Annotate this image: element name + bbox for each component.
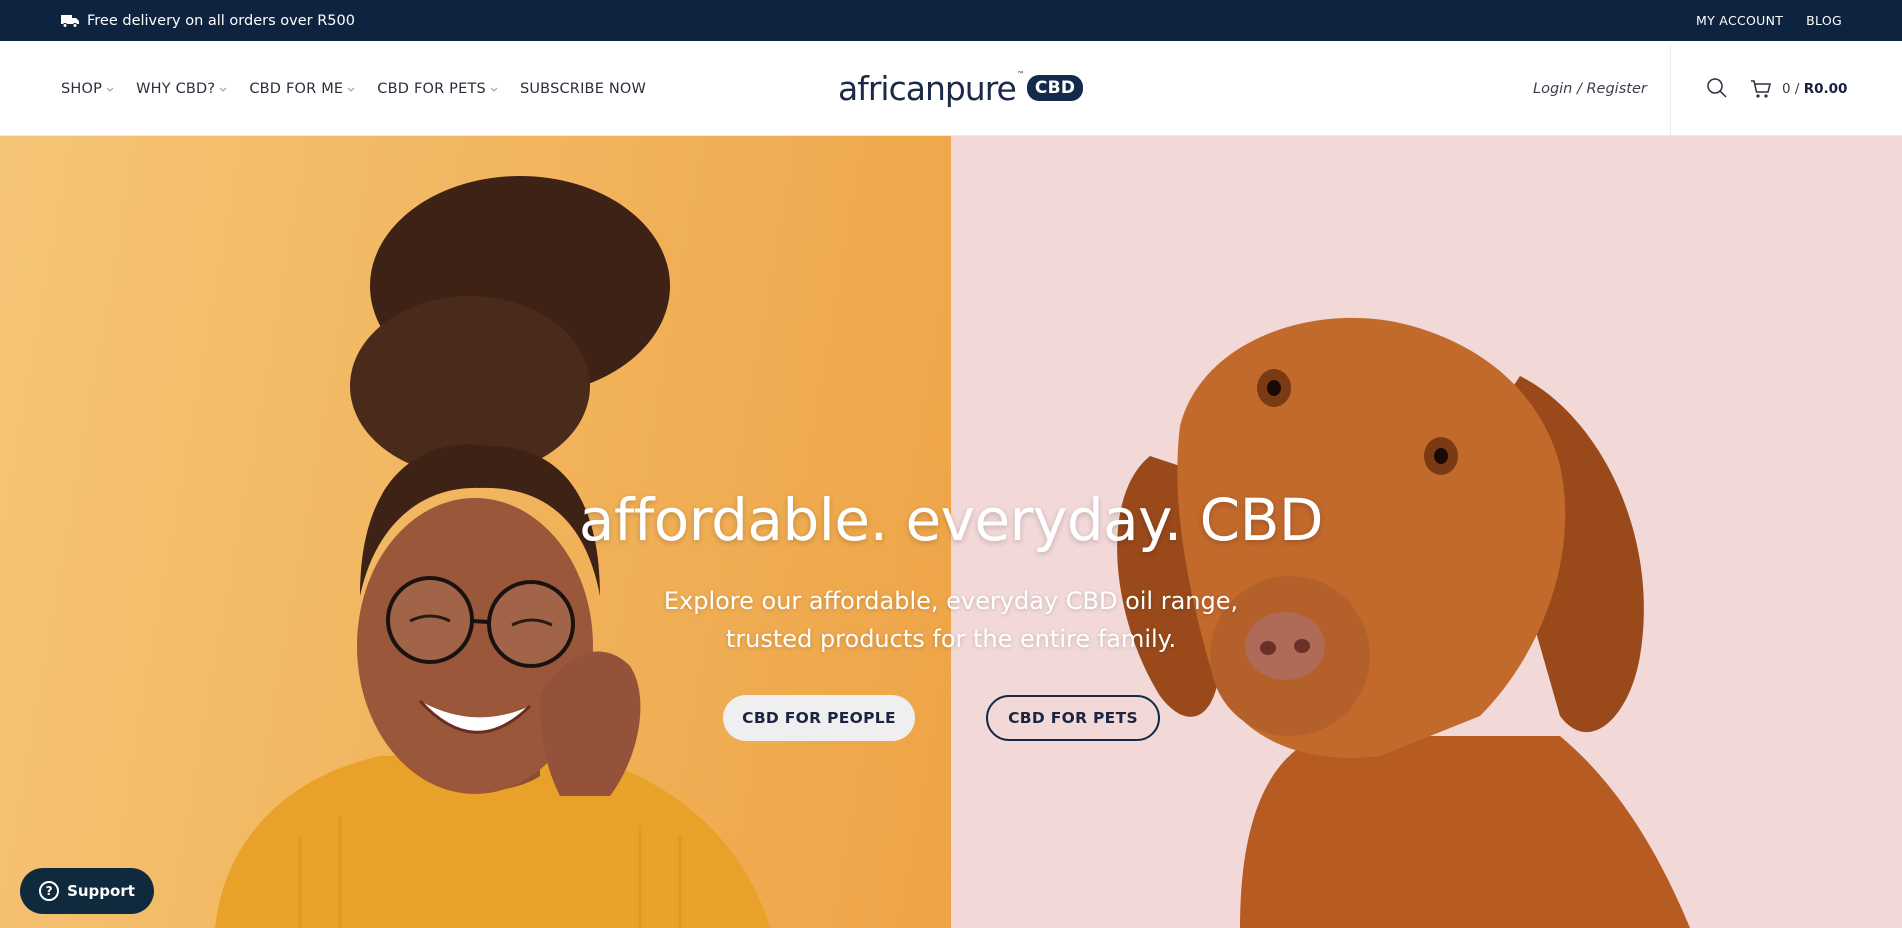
nav-item-cbd-for-pets[interactable]: CBD FOR PETS bbox=[377, 81, 498, 97]
cbd-for-people-button[interactable]: CBD FOR PEOPLE bbox=[723, 695, 915, 741]
logo-wordmark: africanpure bbox=[838, 68, 1017, 108]
promo-text: Free delivery on all orders over R500 bbox=[87, 12, 355, 29]
hero-subtitle: Explore our affordable, everyday CBD oil… bbox=[0, 582, 1902, 658]
blog-link[interactable]: BLOG bbox=[1806, 13, 1842, 28]
help-icon: ? bbox=[39, 881, 60, 901]
nav-item-label: WHY CBD? bbox=[136, 80, 216, 97]
chevron-down-icon bbox=[219, 87, 227, 92]
support-label: Support bbox=[67, 882, 135, 900]
hero-banner: affordable. everyday. CBD Explore our af… bbox=[0, 136, 1902, 928]
cart-icon bbox=[1751, 79, 1771, 98]
nav-item-label: SHOP bbox=[61, 80, 103, 97]
chevron-down-icon bbox=[490, 87, 498, 92]
hero-title: affordable. everyday. CBD bbox=[578, 486, 1324, 554]
top-announcement-bar: Free delivery on all orders over R500 MY… bbox=[0, 0, 1902, 41]
chevron-down-icon bbox=[106, 87, 114, 92]
nav-item-shop[interactable]: SHOP bbox=[61, 81, 114, 97]
truck-icon bbox=[61, 14, 79, 28]
nav-item-label: SUBSCRIBE NOW bbox=[519, 80, 647, 97]
header-divider bbox=[1670, 46, 1671, 136]
site-logo[interactable]: africanpure ™ CBD bbox=[838, 63, 1084, 113]
support-button[interactable]: ? Support bbox=[20, 868, 154, 914]
login-register-link[interactable]: Login / Register bbox=[1533, 41, 1647, 136]
hero-subtitle-line: Explore our affordable, everyday CBD oil… bbox=[663, 587, 1239, 615]
nav-item-cbd-for-me[interactable]: CBD FOR ME bbox=[249, 81, 355, 97]
nav-item-why-cbd[interactable]: WHY CBD? bbox=[136, 81, 227, 97]
top-links: MY ACCOUNT BLOG bbox=[1696, 0, 1842, 41]
logo-cbd-badge: CBD bbox=[1026, 75, 1084, 101]
hero-subtitle-line: trusted products for the entire family. bbox=[725, 625, 1177, 653]
free-delivery-promo: Free delivery on all orders over R500 bbox=[61, 0, 355, 41]
nav-item-subscribe-now[interactable]: SUBSCRIBE NOW bbox=[520, 81, 646, 97]
nav-item-label: CBD FOR PETS bbox=[377, 80, 486, 97]
site-header: SHOP WHY CBD? CBD FOR ME CBD FOR PETS SU… bbox=[0, 41, 1902, 136]
cart-amount: R0.00 bbox=[1803, 80, 1848, 97]
chevron-down-icon bbox=[347, 87, 355, 92]
cart-count: 0 / bbox=[1782, 80, 1800, 97]
cbd-for-pets-button[interactable]: CBD FOR PETS bbox=[986, 695, 1160, 741]
logo-trademark: ™ bbox=[1016, 69, 1025, 79]
search-icon[interactable] bbox=[1706, 77, 1728, 99]
main-nav: SHOP WHY CBD? CBD FOR ME CBD FOR PETS SU… bbox=[61, 41, 668, 136]
my-account-link[interactable]: MY ACCOUNT bbox=[1696, 13, 1783, 28]
cart-button[interactable]: 0 / R0.00 bbox=[1750, 41, 1847, 136]
nav-item-label: CBD FOR ME bbox=[249, 80, 344, 97]
